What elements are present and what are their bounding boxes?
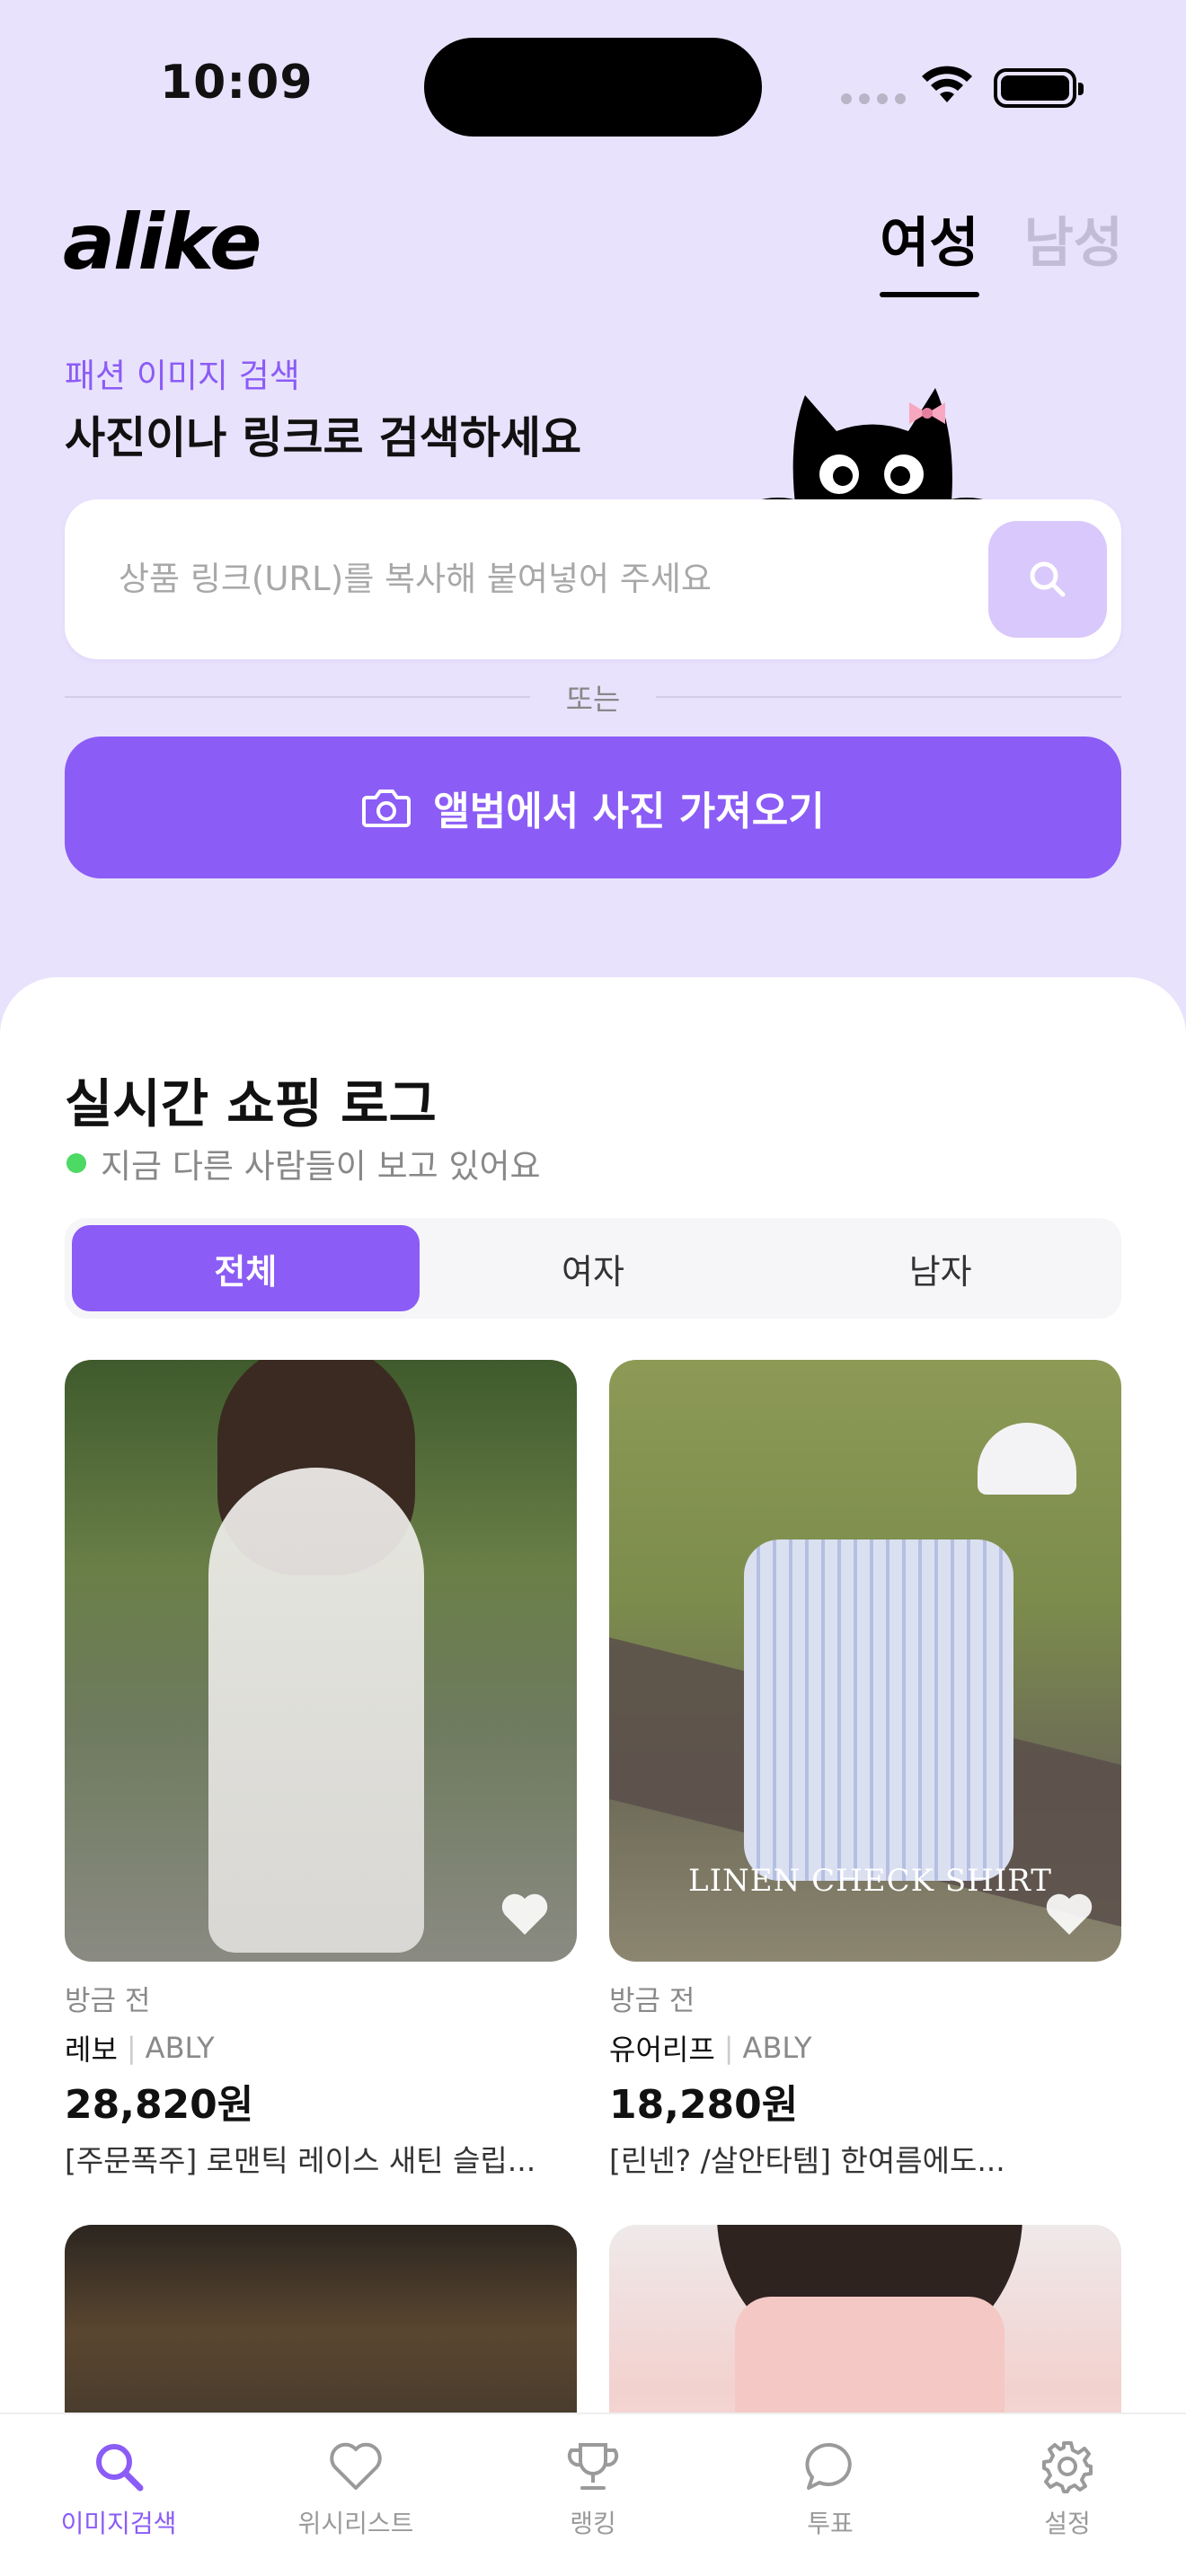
album-photo-button[interactable]: 앨범에서 사진 가져오기 xyxy=(65,737,1121,878)
nav-label: 이미지검색 xyxy=(60,2509,177,2538)
product-image xyxy=(65,1360,577,1962)
search-heading: 사진이나 링크로 검색하세요 xyxy=(65,412,582,463)
product-price: 28,820원 xyxy=(65,2082,254,2128)
album-button-label: 앨범에서 사진 가져오기 xyxy=(433,789,825,834)
product-card[interactable]: 방금 전 레보 | ABLY 28,820원 [주문폭주] 로맨틱 레이스 새틴… xyxy=(65,1360,577,2180)
nav-settings[interactable]: 설정 xyxy=(949,2414,1186,2576)
mall-name: ABLY xyxy=(742,2031,812,2065)
gender-tabs: 여성 남성 xyxy=(880,199,1123,297)
image-overlay-text: LINEN CHECK SHIRT xyxy=(688,1863,1052,1899)
heart-icon[interactable] xyxy=(498,1890,552,1938)
live-text: 지금 다른 사람들이 보고 있어요 xyxy=(101,1147,541,1186)
status-bar: 10:09 xyxy=(0,0,1186,171)
product-time: 방금 전 xyxy=(609,1985,695,2017)
heart-icon xyxy=(330,2442,382,2490)
status-time: 10:09 xyxy=(160,56,314,110)
shop-name: 유어리프 xyxy=(609,2033,715,2067)
nav-vote[interactable]: 투표 xyxy=(712,2414,949,2576)
section-title: 실시간 쇼핑 로그 xyxy=(65,1073,437,1134)
product-time: 방금 전 xyxy=(65,1985,151,2017)
gender-filter: 전체 여자 남자 xyxy=(65,1218,1121,1319)
or-label: 또는 xyxy=(565,682,621,717)
nav-label: 설정 xyxy=(1044,2509,1091,2538)
product-shop: 레보 | ABLY xyxy=(65,2027,577,2069)
live-dot-icon xyxy=(66,1153,86,1173)
search-icon xyxy=(96,2444,144,2492)
filter-women[interactable]: 여자 xyxy=(420,1225,767,1311)
cellular-signal-icon xyxy=(841,93,906,104)
product-price: 18,280원 xyxy=(609,2082,799,2128)
url-search-input[interactable] xyxy=(119,551,981,605)
product-image: LINEN CHECK SHIRT xyxy=(609,1360,1121,1962)
trophy-icon xyxy=(567,2443,619,2490)
search-caption: 패션 이미지 검색 xyxy=(65,357,300,395)
product-name: [주문폭주] 로맨틱 레이스 새틴 슬립... xyxy=(65,2143,536,2178)
nav-label: 랭킹 xyxy=(570,2509,616,2538)
nav-label: 위시리스트 xyxy=(297,2509,414,2538)
battery-icon xyxy=(994,68,1084,108)
search-button[interactable] xyxy=(988,521,1107,638)
nav-ranking[interactable]: 랭킹 xyxy=(474,2414,712,2576)
tab-female[interactable]: 여성 xyxy=(880,199,980,297)
chat-bubble-icon xyxy=(805,2442,852,2490)
filter-all[interactable]: 전체 xyxy=(72,1225,420,1311)
product-shop: 유어리프 | ABLY xyxy=(609,2027,1121,2069)
nav-label: 투표 xyxy=(807,2509,854,2538)
or-divider: 또는 xyxy=(65,679,1122,717)
gear-icon xyxy=(1042,2441,1093,2493)
filter-men[interactable]: 남자 xyxy=(766,1225,1114,1311)
camera-icon xyxy=(362,790,412,827)
product-name: [린넨? /살안타템] 한여름에도... xyxy=(609,2143,1005,2178)
shop-name: 레보 xyxy=(65,2033,118,2067)
tab-male[interactable]: 남성 xyxy=(1024,199,1123,297)
search-box xyxy=(65,499,1121,659)
dynamic-island xyxy=(424,38,762,137)
bottom-nav: 이미지검색 위시리스트 랭킹 투표 설정 xyxy=(0,2413,1186,2576)
mall-name: ABLY xyxy=(145,2031,215,2065)
shopping-log-sheet: 실시간 쇼핑 로그 지금 다른 사람들이 보고 있어요 전체 여자 남자 방금 … xyxy=(0,977,1186,2576)
live-indicator: 지금 다른 사람들이 보고 있어요 xyxy=(66,1139,541,1187)
wifi-icon xyxy=(922,66,972,102)
search-icon xyxy=(1030,561,1066,597)
nav-wishlist[interactable]: 위시리스트 xyxy=(237,2414,474,2576)
product-card[interactable]: LINEN CHECK SHIRT 방금 전 유어리프 | ABLY 18,28… xyxy=(609,1360,1121,2180)
product-grid: 방금 전 레보 | ABLY 28,820원 [주문폭주] 로맨틱 레이스 새틴… xyxy=(65,1360,1121,2494)
heart-icon[interactable] xyxy=(1042,1890,1096,1938)
nav-image-search[interactable]: 이미지검색 xyxy=(0,2414,237,2576)
app-logo: alike xyxy=(63,198,261,287)
